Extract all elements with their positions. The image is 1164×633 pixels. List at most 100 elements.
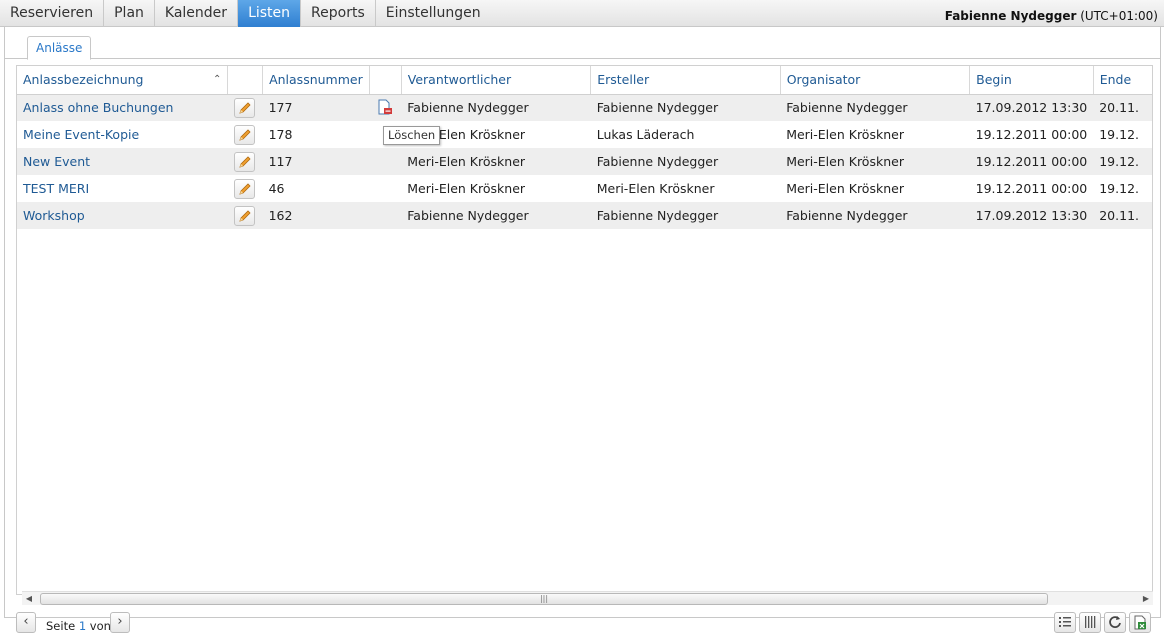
cell-ende: 20.11. bbox=[1093, 202, 1152, 229]
delete-button[interactable] bbox=[375, 98, 395, 118]
user-name: Fabienne Nydegger bbox=[944, 9, 1077, 23]
scroll-left-icon[interactable]: ◀ bbox=[22, 592, 36, 606]
refresh-icon bbox=[1109, 616, 1121, 628]
next-page-button[interactable]: › bbox=[110, 612, 130, 633]
refresh-button[interactable] bbox=[1104, 612, 1126, 633]
cell-anlassnummer: 162 bbox=[262, 202, 370, 229]
horizontal-scrollbar[interactable]: ◀ ||| ▶ bbox=[22, 591, 1153, 605]
column-header-verantwortlicher[interactable]: Verantwortlicher bbox=[401, 66, 592, 95]
cell-ende: 19.12. bbox=[1093, 148, 1152, 175]
menu-item-reservieren[interactable]: Reservieren bbox=[0, 0, 105, 27]
prev-page-button[interactable]: ‹ bbox=[16, 612, 36, 633]
cell-ende: 19.12. bbox=[1093, 121, 1152, 148]
table-row[interactable]: New Event 117 Meri-Elen Kröskner Fabienne N… bbox=[17, 148, 1152, 175]
top-menu-bar: Reservieren Plan Kalender Listen Reports… bbox=[0, 0, 1164, 27]
cell-ende: 19.12. bbox=[1093, 175, 1152, 202]
menu-item-reports[interactable]: Reports bbox=[301, 0, 376, 27]
cell-edit bbox=[227, 175, 263, 202]
main-menu: Reservieren Plan Kalender Listen Reports… bbox=[0, 0, 491, 27]
column-header-edit bbox=[227, 66, 264, 95]
cell-organisator: Fabienne Nydegger bbox=[780, 94, 970, 121]
cell-ersteller: Lukas Läderach bbox=[590, 121, 781, 148]
cell-edit bbox=[227, 202, 263, 229]
cell-organisator: Meri-Elen Kröskner bbox=[780, 148, 970, 175]
cell-organisator: Meri-Elen Kröskner bbox=[780, 121, 970, 148]
cell-anlassnummer: 46 bbox=[262, 175, 370, 202]
cell-anlassbezeichnung[interactable]: Workshop bbox=[17, 202, 228, 229]
sort-ascending-icon: ⌃ bbox=[213, 74, 222, 86]
edit-button[interactable] bbox=[233, 205, 255, 226]
table-row[interactable]: TEST MERI 46 Meri-Elen Kröskner Meri-Elen K… bbox=[17, 175, 1152, 202]
subtab-bar: Anlässe bbox=[5, 27, 1160, 60]
column-header-ende[interactable]: Ende bbox=[1093, 66, 1152, 95]
cell-anlassbezeichnung[interactable]: Meine Event-Kopie bbox=[17, 121, 228, 148]
menu-item-einstellungen[interactable]: Einstellungen bbox=[376, 0, 491, 27]
pager-page-label: Seite bbox=[46, 619, 76, 633]
column-header-ersteller[interactable]: Ersteller bbox=[590, 66, 781, 95]
column-header-organisator[interactable]: Organisator bbox=[780, 66, 971, 95]
scrollbar-thumb[interactable]: ||| bbox=[40, 593, 1048, 605]
edit-button[interactable] bbox=[233, 151, 255, 172]
table-row[interactable]: Anlass ohne Buchungen 177 Fabienne Nydegge… bbox=[17, 94, 1152, 121]
grid-body: Anlass ohne Buchungen 177 Fabienne Nydegge… bbox=[17, 94, 1152, 229]
cell-edit bbox=[227, 94, 263, 121]
cell-ersteller: Fabienne Nydegger bbox=[590, 148, 781, 175]
delete-tooltip: Löschen bbox=[383, 126, 441, 145]
cell-organisator: Fabienne Nydegger bbox=[780, 202, 970, 229]
table-row[interactable]: Meine Event-Kopie 178 Meri-Elen Kröskner Lu… bbox=[17, 121, 1152, 148]
column-header-begin[interactable]: Begin bbox=[969, 66, 1094, 95]
column-header-anlassnummer[interactable]: Anlassnummer bbox=[262, 66, 370, 95]
column-header-label: Anlassbezeichnung bbox=[23, 72, 144, 88]
tab-anlaesse[interactable]: Anlässe bbox=[27, 36, 92, 60]
cell-edit bbox=[227, 121, 263, 148]
menu-item-listen[interactable]: Listen bbox=[238, 0, 302, 27]
cell-verantwortlicher: Meri-Elen Kröskner bbox=[401, 175, 591, 202]
edit-button[interactable] bbox=[233, 124, 255, 145]
cell-delete bbox=[369, 94, 402, 121]
cell-delete bbox=[369, 202, 402, 229]
table-row[interactable]: Workshop 162 Fabienne Nydegger Fabienne Nyd… bbox=[17, 202, 1152, 229]
events-grid: Anlassbezeichnung ⌃ Anlassnummer Verantw… bbox=[16, 65, 1153, 595]
header-row: Anlassbezeichnung ⌃ Anlassnummer Verantw… bbox=[17, 66, 1152, 95]
cell-delete bbox=[369, 175, 402, 202]
cell-verantwortlicher: Meri-Elen Kröskner bbox=[401, 148, 591, 175]
column-header-delete bbox=[369, 66, 402, 95]
columns-button[interactable] bbox=[1079, 612, 1101, 633]
cell-anlassnummer: 117 bbox=[262, 148, 370, 175]
cell-ende: 20.11. bbox=[1093, 94, 1152, 121]
cell-anlassnummer: 178 bbox=[262, 121, 370, 148]
content-frame: Anlässe Anlassbezeichnung ⌃ Anlassnummer… bbox=[4, 27, 1161, 633]
cell-anlassbezeichnung[interactable]: Anlass ohne Buchungen bbox=[17, 94, 228, 121]
columns-icon bbox=[1085, 616, 1096, 628]
cell-ersteller: Meri-Elen Kröskner bbox=[590, 175, 781, 202]
cell-begin: 19.12.2011 00:00 bbox=[969, 175, 1094, 202]
cell-organisator: Meri-Elen Kröskner bbox=[780, 175, 970, 202]
user-info: Fabienne Nydegger (UTC+01:00) bbox=[945, 0, 1158, 27]
cell-begin: 19.12.2011 00:00 bbox=[969, 148, 1094, 175]
events-table: Anlassbezeichnung ⌃ Anlassnummer Verantw… bbox=[17, 66, 1152, 229]
edit-button[interactable] bbox=[233, 178, 255, 199]
cell-edit bbox=[227, 148, 263, 175]
menu-item-plan[interactable]: Plan bbox=[104, 0, 155, 27]
cell-anlassnummer: 177 bbox=[262, 94, 370, 121]
pager-of-label: von bbox=[89, 619, 111, 633]
pager-current-page: 1 bbox=[78, 619, 87, 633]
cell-verantwortlicher: Fabienne Nydegger bbox=[401, 94, 591, 121]
edit-button[interactable] bbox=[233, 97, 255, 118]
menu-item-kalender[interactable]: Kalender bbox=[155, 0, 239, 27]
cell-ersteller: Fabienne Nydegger bbox=[590, 202, 781, 229]
cell-anlassbezeichnung[interactable]: TEST MERI bbox=[17, 175, 228, 202]
cell-begin: 17.09.2012 13:30 bbox=[969, 94, 1094, 121]
chevron-left-icon: ‹ bbox=[23, 614, 29, 629]
cell-anlassbezeichnung[interactable]: New Event bbox=[17, 148, 228, 175]
scroll-right-icon[interactable]: ▶ bbox=[1139, 592, 1153, 606]
chevron-right-icon: › bbox=[117, 614, 123, 629]
export-button[interactable] bbox=[1129, 612, 1151, 633]
list-view-button[interactable] bbox=[1054, 612, 1076, 633]
list-view-icon bbox=[1059, 617, 1071, 627]
cell-begin: 17.09.2012 13:30 bbox=[969, 202, 1094, 229]
excel-export-icon bbox=[1134, 615, 1146, 630]
user-timezone: (UTC+01:00) bbox=[1080, 9, 1158, 23]
column-header-anlassbezeichnung[interactable]: Anlassbezeichnung ⌃ bbox=[17, 66, 229, 95]
cell-begin: 19.12.2011 00:00 bbox=[969, 121, 1094, 148]
